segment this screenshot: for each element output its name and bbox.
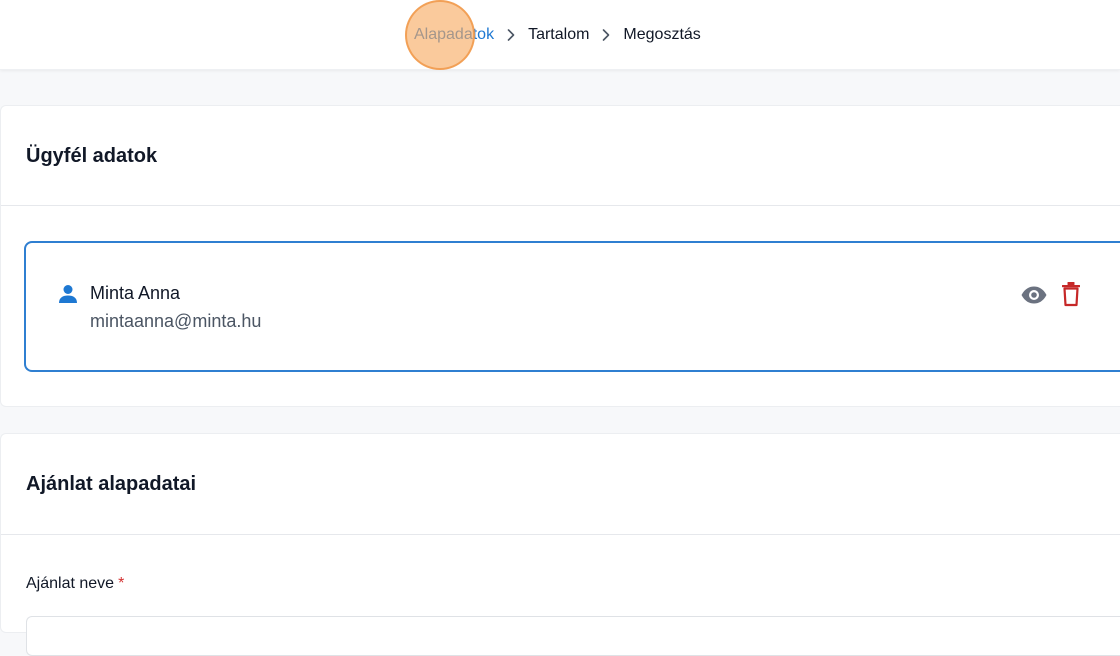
chevron-right-icon	[500, 24, 522, 46]
required-mark: *	[118, 575, 125, 592]
offer-name-label-text: Ajánlat neve	[26, 575, 115, 592]
wizard-header: Alapadatok Tartalom Megosztás	[0, 0, 1120, 70]
divider	[1, 534, 1120, 535]
breadcrumb: Alapadatok Tartalom Megosztás	[414, 24, 701, 46]
person-icon	[57, 283, 79, 305]
selected-client[interactable]: Minta Anna mintaanna@minta.hu	[24, 241, 1120, 372]
client-email: mintaanna@minta.hu	[90, 311, 262, 331]
offer-basics-card: Ajánlat alapadatai Ajánlat neve *	[0, 433, 1120, 656]
trash-icon[interactable]	[1060, 280, 1082, 308]
client-name: Minta Anna	[90, 283, 181, 303]
eye-icon[interactable]	[1020, 281, 1048, 309]
offer-name-label: Ajánlat neve *	[26, 575, 124, 593]
offer-name-input[interactable]	[26, 616, 1120, 656]
step-megosztas[interactable]: Megosztás	[623, 26, 700, 44]
step-tartalom[interactable]: Tartalom	[528, 26, 589, 44]
client-data-card: Ügyfél adatok Minta Anna mintaanna@minta…	[0, 105, 1120, 407]
step-alapadatok[interactable]: Alapadatok	[414, 26, 494, 44]
divider	[1, 205, 1120, 206]
chevron-right-icon	[595, 24, 617, 46]
offer-section-title: Ajánlat alapadatai	[26, 473, 197, 495]
client-section-title: Ügyfél adatok	[26, 145, 158, 167]
